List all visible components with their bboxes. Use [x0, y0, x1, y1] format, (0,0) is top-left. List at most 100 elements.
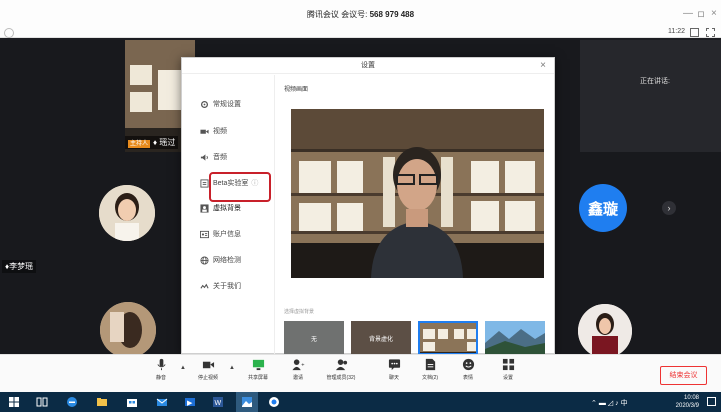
stop-video-button[interactable]: 停止视频 [188, 358, 228, 381]
nav-label: 关于我们 [213, 283, 241, 290]
participant-avatar-xinxuan[interactable]: 鑫璇 [579, 184, 627, 232]
settings-content: 视频画面 选择虚拟背景 无 背景虚化 [283, 75, 554, 355]
dialog-close-button[interactable]: × [540, 60, 546, 71]
tool-label: 聊天 [388, 375, 399, 381]
settings-sidebar: 常规设置 视频 音频 Beta实验室 ⓘ 虚拟背景 账户信息 网络检测 关于我们 [182, 75, 275, 355]
svg-text:▶: ▶ [187, 400, 193, 407]
participant-tile-right[interactable] [580, 40, 721, 152]
task-view-icon[interactable] [36, 396, 48, 408]
notification-icon[interactable] [707, 397, 716, 406]
tool-label: 文档(2) [421, 375, 439, 381]
nav-label: 网络检测 [213, 257, 241, 264]
meeting-info-bar: 11:22 [0, 28, 721, 40]
invite-button[interactable]: + 邀请 [278, 358, 318, 381]
nav-general-settings[interactable]: 常规设置 [200, 97, 241, 111]
tool-label: 邀请 [292, 375, 303, 381]
nav-audio[interactable]: 音频 [200, 150, 227, 164]
battery-icon: ▬ [598, 400, 606, 407]
bg-thumb-blur[interactable]: 背景虚化 [351, 321, 411, 355]
window-title: 腾讯会议 会议号: 568 979 488 [0, 9, 721, 20]
emoji-icon [462, 358, 474, 371]
end-meeting-button[interactable]: 结束会议 [660, 366, 707, 385]
tool-label: 静音 [155, 375, 166, 381]
system-tray[interactable]: ⌃ ▬ ◿ ♪ 中 [591, 398, 628, 408]
nav-virtual-background[interactable]: 虚拟背景 [200, 201, 241, 215]
settings-icon [502, 358, 514, 371]
bg-thumb-landscape[interactable] [485, 321, 545, 355]
windows-start-icon[interactable] [8, 396, 20, 408]
avatar-image [100, 302, 156, 358]
svg-text:+: + [301, 362, 304, 368]
background-select-label: 选择虚拟背景 [284, 309, 315, 315]
taskbar-date: 2020/3/9 [675, 403, 699, 409]
lab-icon [200, 178, 209, 188]
network-tray-icon: ◿ [607, 400, 614, 407]
avatar-image [99, 185, 155, 241]
nav-label: 常规设置 [213, 101, 241, 108]
participant-avatar-bottom-left[interactable] [100, 302, 156, 358]
nav-about-us[interactable]: 关于我们 [200, 279, 241, 293]
video-options-caret[interactable]: ▲ [229, 365, 235, 371]
nav-video[interactable]: 视频 [200, 124, 227, 138]
bg-thumb-none[interactable]: 无 [284, 321, 344, 355]
chat-button[interactable]: 聊天 [374, 358, 414, 381]
speaking-label: 正在讲话: [640, 78, 670, 85]
ime-indicator[interactable]: 中 [621, 400, 628, 407]
share-screen-button[interactable]: 共享屏幕 [238, 358, 278, 381]
bg-thumb-label: 背景虚化 [368, 337, 393, 343]
edge-browser-icon[interactable] [66, 396, 78, 408]
participant-top-label: 主持人 ♦ 瑶过 [125, 136, 179, 149]
network-icon [200, 255, 209, 265]
file-explorer-icon[interactable] [96, 396, 108, 408]
nav-label: 视频 [213, 128, 227, 135]
mail-icon[interactable] [156, 396, 168, 408]
manage-members-button[interactable]: 管理成员(32) [319, 358, 363, 381]
fullscreen-icon[interactable] [706, 28, 715, 37]
account-icon [200, 230, 209, 238]
nav-account-info[interactable]: 账户信息 [200, 227, 241, 241]
layout-icon[interactable] [690, 28, 699, 37]
svg-text:W: W [215, 400, 222, 407]
store-icon[interactable] [126, 396, 138, 408]
participant-top-name: 瑶过 [159, 138, 176, 147]
virtual-background-highlight [209, 172, 271, 202]
shield-icon[interactable] [4, 28, 14, 38]
video-preview [291, 109, 544, 278]
bg-thumb-label: 无 [310, 337, 317, 343]
bookshelf-thumbnail [420, 323, 476, 353]
nav-label: 账户信息 [213, 231, 241, 238]
tool-label: 停止视频 [197, 375, 218, 381]
microphone-icon [156, 358, 166, 371]
manage-members-icon [335, 359, 347, 371]
taskbar-clock[interactable]: 10:08 2020/3/9 [676, 394, 699, 410]
emoji-button[interactable]: 表情 [448, 358, 488, 381]
host-tag: 主持人 [128, 140, 151, 148]
word-icon[interactable]: W [212, 396, 224, 408]
window-title-prefix: 腾讯会议 会议号: [306, 10, 368, 19]
minimize-button[interactable]: — [683, 8, 693, 19]
video-camera-icon [202, 361, 214, 369]
participant-avatar-bottom-right[interactable] [578, 304, 632, 358]
tencent-meeting-icon[interactable] [268, 396, 280, 408]
nav-network-check[interactable]: 网络检测 [200, 253, 241, 267]
participant-avatar-left[interactable] [99, 185, 155, 241]
tool-label: 设置 [502, 375, 513, 381]
close-button[interactable]: × [711, 8, 717, 19]
photos-icon[interactable] [241, 396, 253, 408]
tray-up-icon[interactable]: ⌃ [591, 400, 597, 407]
restore-button[interactable]: ロ [697, 9, 705, 20]
video-app-icon[interactable]: ▶ [184, 396, 196, 408]
invite-icon: + [291, 359, 304, 371]
landscape-thumbnail [485, 321, 545, 355]
audio-options-caret[interactable]: ▲ [180, 365, 186, 371]
tool-label: 共享屏幕 [247, 375, 268, 381]
tool-label: 表情 [462, 375, 473, 381]
video-preview-image [291, 109, 544, 278]
settings-button[interactable]: 设置 [488, 358, 528, 381]
bg-thumb-bookshelf[interactable] [418, 321, 478, 355]
participant-left-label: ♦李梦瑶 [2, 260, 37, 273]
documents-button[interactable]: 文档(2) [410, 358, 450, 381]
next-page-arrow[interactable]: › [662, 201, 676, 215]
mute-button[interactable]: 静音 [141, 358, 181, 381]
volume-icon[interactable]: ♪ [615, 400, 619, 407]
